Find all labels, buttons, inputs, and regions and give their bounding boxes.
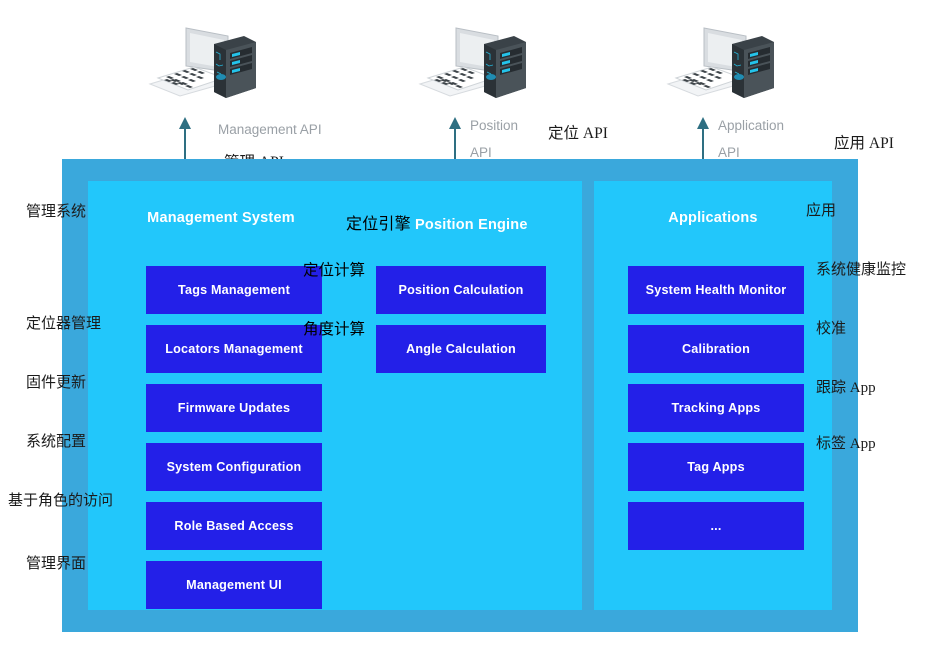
- api-label-zh-application: 应用 API: [834, 135, 894, 152]
- annotation-tracking-apps-zh: 跟踪 App: [816, 380, 876, 396]
- api-label-en-application-line1: Application: [718, 118, 785, 133]
- column-position-engine: 定位引擎 Position Engine Position Calculatio…: [338, 181, 582, 610]
- column-management-system: Management System Tags Management Locato…: [88, 181, 354, 610]
- annotation-tag-apps-zh: 标签 App: [816, 436, 876, 452]
- annotation-angle-calculation-zh: 角度计算: [303, 321, 366, 338]
- block-more-apps[interactable]: ...: [628, 502, 804, 550]
- column-title-position-en: Position Engine: [415, 217, 528, 233]
- annotation-firmware-updates-zh: 固件更新: [26, 375, 87, 391]
- annotation-applications-zh: 应用: [806, 203, 837, 219]
- device-group-management: Management API 管理 API: [130, 10, 380, 175]
- column-title-management: Management System: [147, 210, 295, 226]
- block-system-configuration[interactable]: System Configuration: [146, 443, 322, 491]
- annotation-calibration-zh: 校准: [816, 321, 847, 337]
- column-applications: Applications System Health Monitor Calib…: [594, 181, 832, 610]
- annotation-position-calculation-zh: 定位计算: [303, 262, 366, 279]
- laptop-server-icon: [144, 22, 262, 110]
- block-management-ui[interactable]: Management UI: [146, 561, 322, 609]
- annotation-system-health-monitor-zh: 系统健康监控: [816, 262, 907, 278]
- block-firmware-updates[interactable]: Firmware Updates: [146, 384, 322, 432]
- block-calibration[interactable]: Calibration: [628, 325, 804, 373]
- laptop-server-icon: [662, 22, 780, 110]
- annotation-system-configuration-zh: 系统配置: [26, 434, 87, 450]
- column-title-applications: Applications: [668, 210, 758, 226]
- device-group-application: Application API 应用 API: [648, 10, 898, 175]
- column-title-position-zh: 定位引擎: [346, 216, 411, 233]
- api-label-en-management: Management API: [218, 122, 322, 137]
- block-locators-management[interactable]: Locators Management: [146, 325, 322, 373]
- annotation-management-system-zh: 管理系统: [26, 204, 87, 220]
- api-label-en-position-line1: Position: [470, 118, 519, 133]
- block-system-health-monitor[interactable]: System Health Monitor: [628, 266, 804, 314]
- annotation-management-ui-zh: 管理界面: [26, 556, 87, 572]
- annotation-locators-management-zh: 定位器管理: [26, 316, 102, 332]
- block-position-calculation[interactable]: Position Calculation: [376, 266, 546, 314]
- architecture-container: Management System Tags Management Locato…: [62, 159, 858, 632]
- laptop-server-icon: [414, 22, 532, 110]
- block-tracking-apps[interactable]: Tracking Apps: [628, 384, 804, 432]
- block-role-based-access[interactable]: Role Based Access: [146, 502, 322, 550]
- block-tags-management[interactable]: Tags Management: [146, 266, 322, 314]
- architecture-diagram: Management API 管理 API: [0, 0, 932, 655]
- api-label-zh-position: 定位 API: [548, 125, 608, 142]
- column-title-position: 定位引擎 Position Engine: [346, 210, 528, 234]
- block-angle-calculation[interactable]: Angle Calculation: [376, 325, 546, 373]
- annotation-role-based-access-zh: 基于角色的访问: [8, 493, 114, 509]
- device-group-position: Position API 定位 API: [400, 10, 650, 175]
- block-tag-apps[interactable]: Tag Apps: [628, 443, 804, 491]
